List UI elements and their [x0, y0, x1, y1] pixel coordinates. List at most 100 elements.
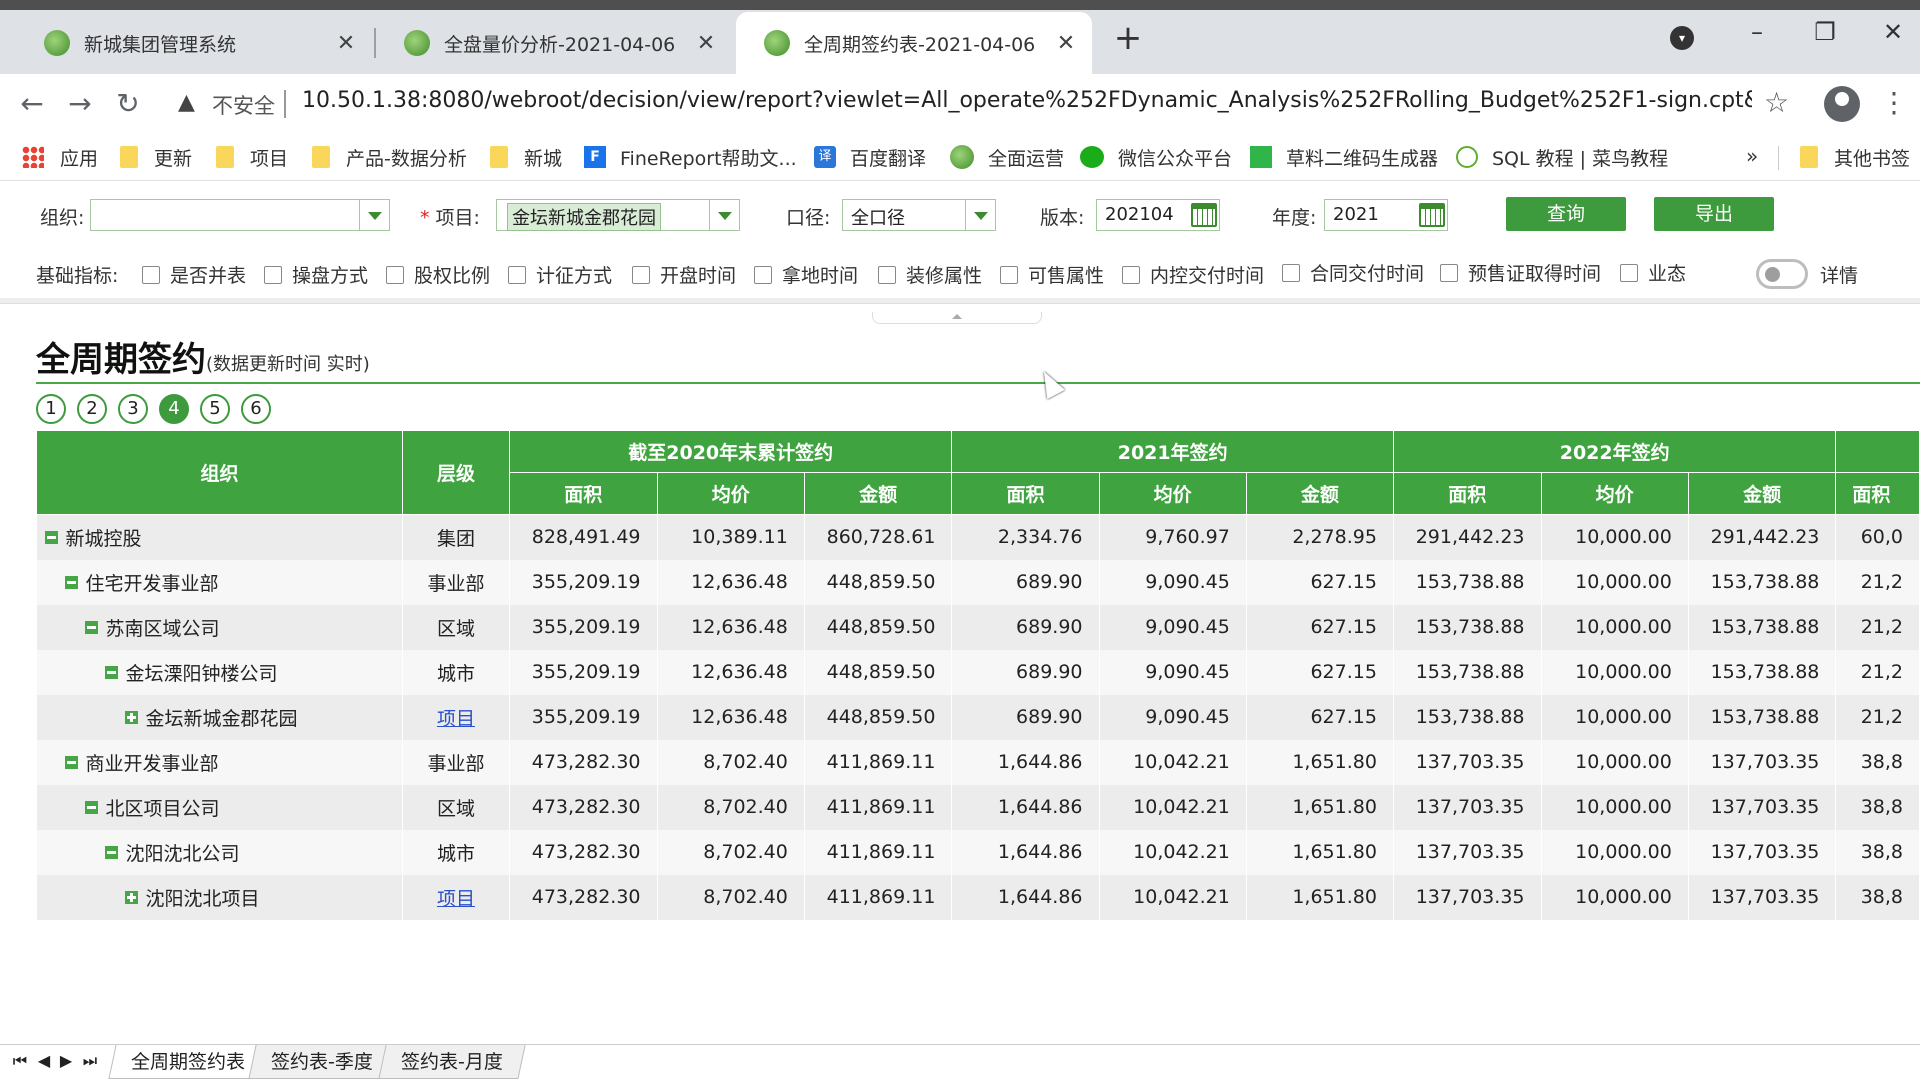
address-bar[interactable]: 10.50.1.38:8080/webroot/decision/view/re… [302, 88, 1752, 113]
browser-tab-3-active[interactable]: 全周期签约表-2021-04-06 ✕ [736, 12, 1092, 74]
checkbox-box[interactable] [142, 265, 160, 284]
expand-plus-icon[interactable] [124, 891, 138, 904]
page-button-3[interactable]: 3 [118, 394, 148, 424]
checkbox-contract-delivery[interactable]: 合同交付时间 [1282, 259, 1424, 286]
value-cell: 2,278.95 [1246, 514, 1394, 560]
close-tab-icon[interactable]: ✕ [694, 31, 718, 56]
profile-avatar-icon[interactable] [1824, 86, 1860, 122]
checkbox-consolidated[interactable]: 是否并表 [142, 261, 246, 288]
browser-tab-2[interactable]: 全盘量价分析-2021-04-06 ✕ [376, 12, 732, 74]
bookmark-xincheng[interactable]: 新城 [490, 142, 562, 172]
checkbox-box[interactable] [878, 265, 896, 284]
new-tab-button[interactable]: + [1108, 18, 1148, 58]
level-cell[interactable]: 项目 [402, 694, 510, 740]
page-button-4-active[interactable]: 4 [159, 394, 189, 424]
bookmarks-overflow-icon[interactable]: » [1746, 144, 1758, 168]
level-text: 城市 [436, 662, 475, 685]
collapse-minus-icon[interactable] [44, 531, 58, 545]
level-link[interactable]: 项目 [437, 888, 475, 910]
checkbox-box[interactable] [632, 265, 650, 284]
collapse-minus-icon[interactable] [104, 666, 118, 679]
minimize-icon[interactable]: – [1734, 18, 1780, 46]
bookmark-other[interactable]: 其他书签 [1800, 142, 1910, 172]
bookmark-apps[interactable]: 应用 [22, 142, 98, 172]
export-button[interactable]: 导出 [1654, 197, 1774, 231]
bookmark-baidu-translate[interactable]: 译百度翻译 [814, 142, 926, 172]
warning-icon[interactable]: ▲ [178, 90, 195, 115]
checkbox-presale-permit[interactable]: 预售证取得时间 [1440, 259, 1601, 286]
close-tab-icon[interactable]: ✕ [334, 31, 358, 56]
caliber-select[interactable]: 全口径 [842, 199, 996, 231]
checkbox-box[interactable] [1122, 265, 1140, 284]
collapse-minus-icon[interactable] [104, 846, 118, 859]
tab-search-icon[interactable]: ▾ [1670, 26, 1694, 50]
collapse-filter-handle[interactable] [872, 312, 1042, 324]
expand-plus-icon[interactable] [124, 711, 138, 724]
browser-menu-icon[interactable]: ⋮ [1880, 86, 1908, 119]
calendar-icon[interactable] [1191, 203, 1217, 227]
checkbox-business-type[interactable]: 业态 [1620, 259, 1686, 286]
browser-tab-1[interactable]: 新城集团管理系统 ✕ [16, 12, 372, 74]
last-sheet-icon[interactable]: ⏭ [80, 1051, 100, 1071]
level-cell[interactable]: 项目 [402, 874, 510, 920]
bookmark-update[interactable]: 更新 [120, 142, 192, 172]
checkbox-decoration[interactable]: 装修属性 [878, 261, 982, 288]
collapse-minus-icon[interactable] [64, 576, 78, 589]
close-tab-icon[interactable]: ✕ [1054, 31, 1078, 56]
checkbox-box[interactable] [1620, 263, 1638, 282]
checkbox-box[interactable] [386, 265, 404, 284]
checkbox-box[interactable] [754, 265, 772, 284]
bookmark-qr-generator[interactable]: 草料二维码生成器 [1250, 142, 1438, 172]
org-select[interactable] [90, 199, 390, 231]
insecure-label[interactable]: 不安全 [212, 90, 275, 120]
next-sheet-icon[interactable]: ▶ [56, 1051, 76, 1070]
checkbox-box[interactable] [1440, 263, 1458, 282]
checkbox-box[interactable] [1282, 263, 1300, 282]
chevron-down-icon[interactable] [359, 200, 389, 230]
checkbox-equity-ratio[interactable]: 股权比例 [386, 261, 490, 288]
year-date-input[interactable]: 2021 [1324, 199, 1448, 231]
back-arrow-icon[interactable]: ← [12, 84, 52, 124]
chevron-down-icon[interactable] [709, 200, 739, 230]
bookmark-project[interactable]: 项目 [216, 142, 288, 172]
first-sheet-icon[interactable]: ⏮ [10, 1051, 30, 1071]
collapse-minus-icon[interactable] [84, 801, 98, 814]
bookmark-full-operation[interactable]: 全面运营 [950, 142, 1064, 172]
checkbox-box[interactable] [508, 265, 526, 284]
checkbox-land-time[interactable]: 拿地时间 [754, 261, 858, 288]
project-select[interactable]: 金坛新城金郡花园 [496, 199, 740, 231]
reload-icon[interactable]: ↻ [108, 84, 148, 124]
page-button-5[interactable]: 5 [200, 394, 230, 424]
bookmark-wechat-mp[interactable]: 微信公众平台 [1080, 142, 1232, 172]
chevron-down-icon[interactable] [965, 200, 995, 230]
bookmark-star-icon[interactable]: ☆ [1764, 86, 1789, 119]
close-window-icon[interactable]: ✕ [1870, 18, 1916, 46]
calendar-icon[interactable] [1419, 203, 1445, 227]
bookmark-sql-tutorial[interactable]: SQL 教程 | 菜鸟教程 [1456, 142, 1668, 172]
restore-icon[interactable]: ❐ [1802, 18, 1848, 46]
query-button[interactable]: 查询 [1506, 197, 1626, 231]
sheet-tab-full-cycle[interactable]: 全周期签约表 [108, 1045, 268, 1079]
checkbox-open-time[interactable]: 开盘时间 [632, 261, 736, 288]
checkbox-box[interactable] [1000, 265, 1018, 284]
bookmark-product-analysis[interactable]: 产品-数据分析 [312, 142, 467, 172]
page-button-6[interactable]: 6 [241, 394, 271, 424]
checkbox-operation-mode[interactable]: 操盘方式 [264, 261, 368, 288]
detail-toggle[interactable] [1756, 259, 1808, 289]
level-link[interactable]: 项目 [437, 708, 475, 730]
sheet-tab-quarterly[interactable]: 签约表-季度 [248, 1045, 396, 1079]
collapse-minus-icon[interactable] [64, 756, 78, 769]
checkbox-box[interactable] [264, 265, 282, 284]
checkbox-saleable[interactable]: 可售属性 [1000, 261, 1104, 288]
version-date-input[interactable]: 202104 [1096, 199, 1220, 231]
checkbox-tax-method[interactable]: 计征方式 [508, 261, 612, 288]
bookmark-finereport-help[interactable]: F FineReport帮助文... [584, 142, 797, 172]
forward-arrow-icon[interactable]: → [60, 84, 100, 124]
page-button-1[interactable]: 1 [36, 394, 66, 424]
collapse-minus-icon[interactable] [84, 621, 98, 634]
page-button-2[interactable]: 2 [77, 394, 107, 424]
sheet-tab-monthly[interactable]: 签约表-月度 [378, 1045, 526, 1079]
report-subtitle: (数据更新时间 实时) [206, 354, 370, 375]
checkbox-internal-delivery[interactable]: 内控交付时间 [1122, 261, 1264, 288]
prev-sheet-icon[interactable]: ◀ [34, 1051, 54, 1070]
